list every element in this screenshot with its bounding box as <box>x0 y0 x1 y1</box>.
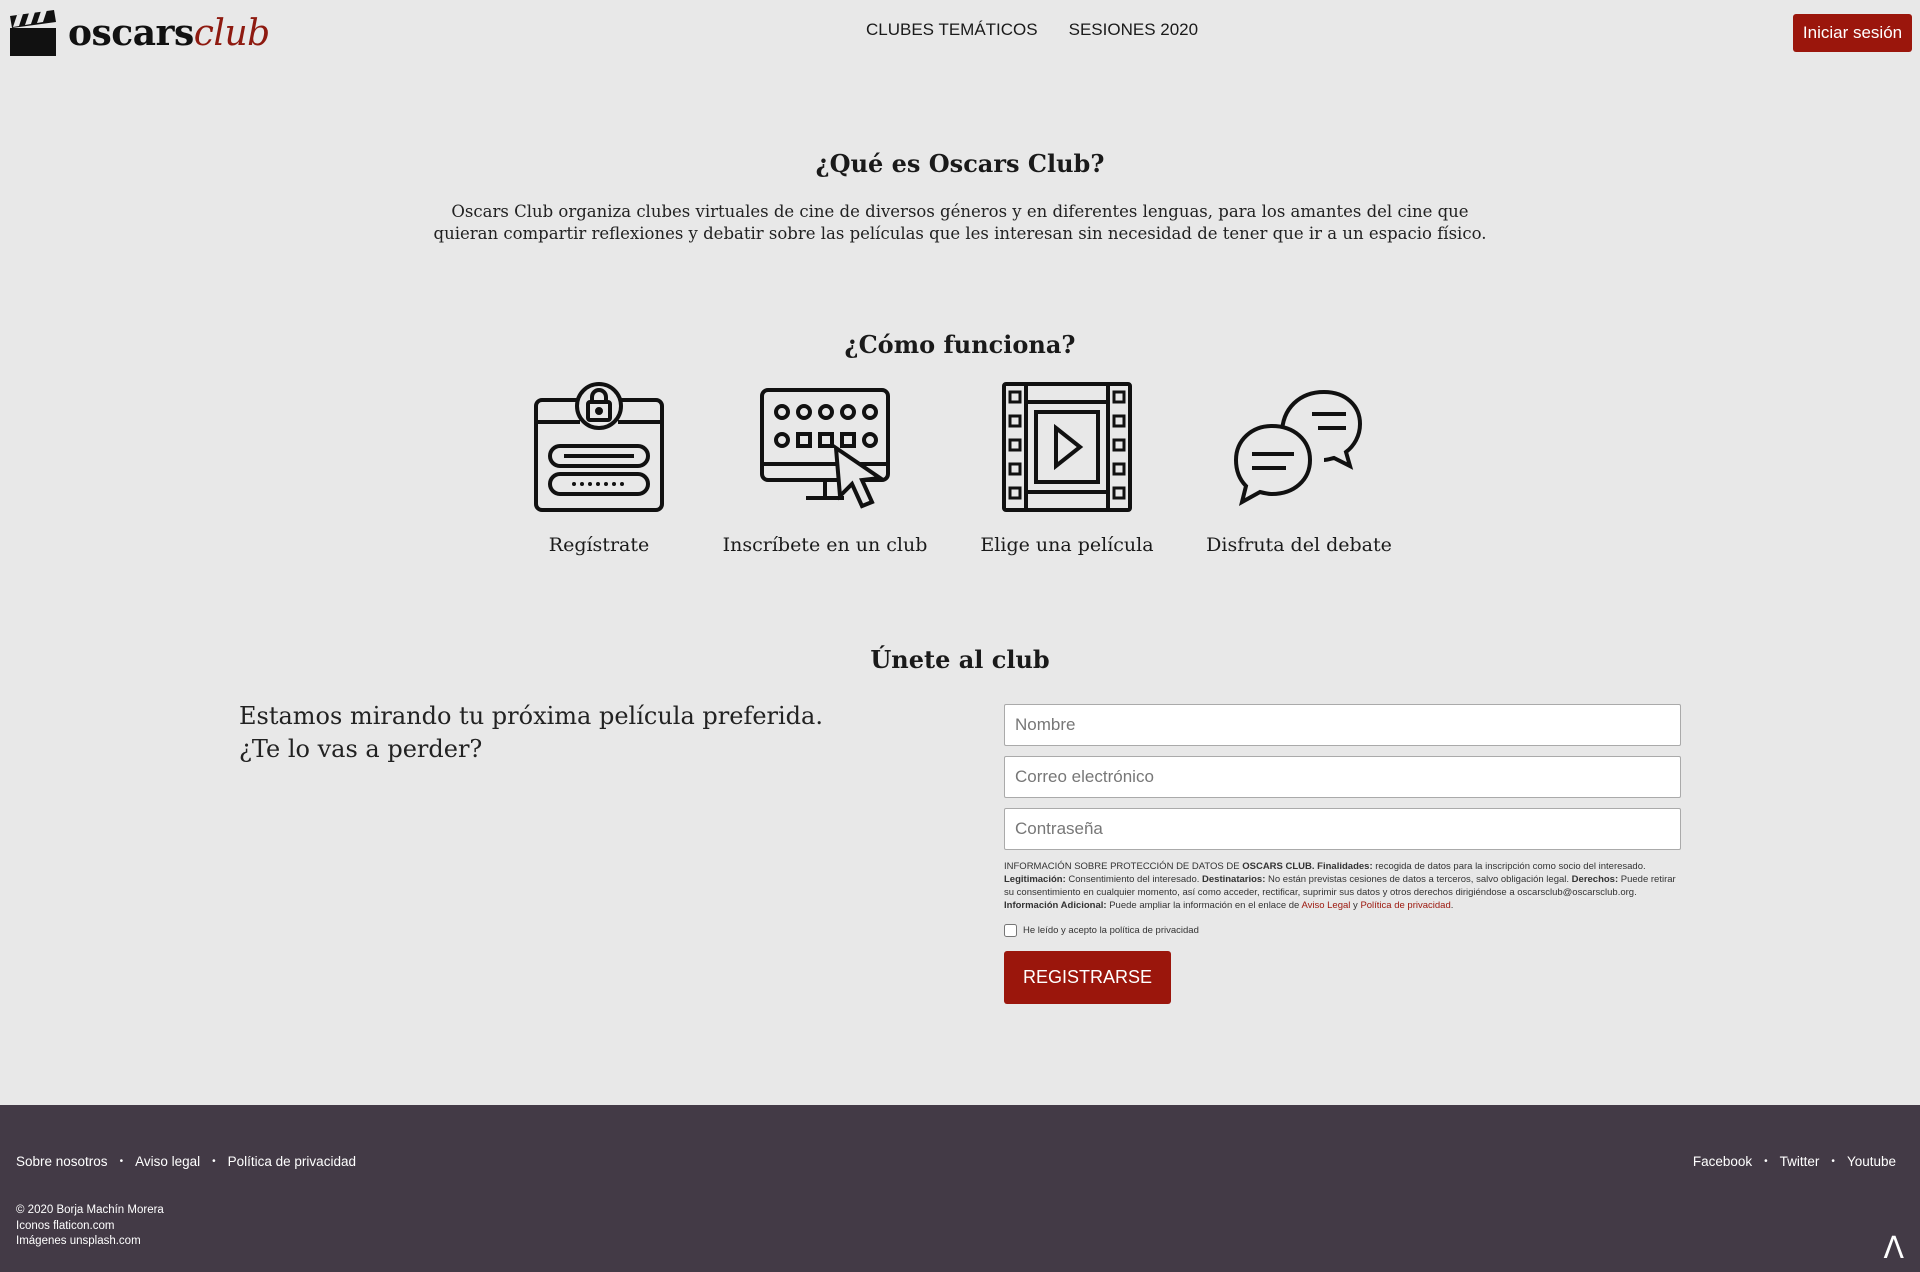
legal-text: INFORMACIÓN SOBRE PROTECCIÓN DE DATOS DE <box>1004 861 1243 872</box>
step-register: Regístrate <box>489 380 709 556</box>
step-label: Inscríbete en un club <box>722 534 928 556</box>
aviso-legal-link[interactable]: Aviso Legal <box>1301 900 1350 911</box>
legal-heading: Información Adicional: <box>1004 900 1107 911</box>
register-button[interactable]: REGISTRARSE <box>1004 951 1171 1004</box>
about-text: Oscars Club organiza clubes virtuales de… <box>433 202 1487 243</box>
legal-heading: Legitimación: <box>1004 874 1066 885</box>
legal-text: y <box>1350 900 1361 911</box>
privacy-checkbox-label: He leído y acepto la política de privaci… <box>1023 925 1199 936</box>
site-footer: Sobre nosotros • Aviso legal • Política … <box>0 1105 1920 1272</box>
legal-text: Consentimiento del interesado. <box>1065 874 1203 885</box>
legal-text: No están previstas cesiones de datos a t… <box>1265 874 1572 885</box>
site-header: oscarsclub CLUBES TEMÁTICOS SESIONES 202… <box>0 0 1920 66</box>
separator-dot: • <box>212 1156 216 1167</box>
chat-bubbles-icon <box>1233 389 1363 506</box>
footer-credits: © 2020 Borja Machín Morera Iconos flatic… <box>16 1203 164 1250</box>
separator-dot: • <box>1831 1156 1835 1167</box>
film-play-icon <box>1002 382 1132 512</box>
legal-heading: OSCARS CLUB. Finalidades: <box>1242 861 1373 872</box>
legal-text: Puede ampliar la información en el enlac… <box>1106 900 1302 911</box>
footer-link-youtube[interactable]: Youtube <box>1847 1154 1896 1169</box>
privacy-checkbox[interactable] <box>1004 924 1017 937</box>
step-label: Disfruta del debate <box>1206 534 1392 556</box>
step-debate: Disfruta del debate <box>1189 380 1409 556</box>
step-enroll: Inscríbete en un club <box>715 380 935 556</box>
main-nav: CLUBES TEMÁTICOS SESIONES 2020 <box>866 20 1198 40</box>
join-lead-line: Estamos mirando tu próxima película pref… <box>239 702 823 730</box>
about-title: ¿Qué es Oscars Club? <box>815 149 1105 178</box>
footer-link-privacy[interactable]: Política de privacidad <box>228 1154 356 1169</box>
footer-link-about[interactable]: Sobre nosotros <box>16 1154 108 1169</box>
join-title: Únete al club <box>870 645 1050 674</box>
nav-sesiones-2020[interactable]: SESIONES 2020 <box>1069 20 1198 40</box>
join-lead: Estamos mirando tu próxima película pref… <box>239 700 823 766</box>
footer-link-legal[interactable]: Aviso legal <box>135 1154 200 1169</box>
privacy-consent[interactable]: He leído y acepto la política de privaci… <box>1004 924 1681 937</box>
password-field[interactable] <box>1004 808 1681 850</box>
legal-heading: Derechos: <box>1571 874 1619 885</box>
join-lead-line: ¿Te lo vas a perder? <box>239 735 483 763</box>
credit-line: Iconos flaticon.com <box>16 1219 115 1232</box>
legal-text: . <box>1450 900 1454 911</box>
footer-links-left: Sobre nosotros • Aviso legal • Política … <box>16 1154 356 1169</box>
name-field[interactable] <box>1004 704 1681 746</box>
footer-links-social: Facebook • Twitter • Youtube <box>1693 1154 1896 1169</box>
monitor-cursor-icon <box>760 388 890 509</box>
login-button[interactable]: Iniciar sesión <box>1793 14 1912 52</box>
nav-clubes-tematicos[interactable]: CLUBES TEMÁTICOS <box>866 20 1038 40</box>
logo-text: oscarsclub <box>68 12 270 54</box>
step-label: Elige una película <box>980 534 1154 556</box>
signup-form: INFORMACIÓN SOBRE PROTECCIÓN DE DATOS DE… <box>1004 704 1681 1004</box>
logo-text-italic: club <box>193 13 270 54</box>
logo-text-bold: oscars <box>68 12 194 54</box>
separator-dot: • <box>119 1156 124 1167</box>
scroll-to-top-icon[interactable]: Λ <box>1883 1231 1904 1266</box>
legal-text: recogida de datos para la inscripción co… <box>1372 861 1646 872</box>
privacy-policy-link[interactable]: Política de privacidad <box>1360 900 1450 911</box>
footer-link-facebook[interactable]: Facebook <box>1693 1154 1752 1169</box>
logo[interactable]: oscarsclub <box>8 8 270 58</box>
step-label: Regístrate <box>548 534 650 556</box>
legal-heading: Destinatarios: <box>1202 874 1266 885</box>
credit-line: Imágenes unsplash.com <box>16 1235 141 1247</box>
how-title: ¿Cómo funciona? <box>844 330 1076 359</box>
separator-dot: • <box>1764 1156 1768 1167</box>
credit-line: © 2020 Borja Machín Morera <box>16 1204 164 1216</box>
privacy-notice: INFORMACIÓN SOBRE PROTECCIÓN DE DATOS DE… <box>1004 860 1681 912</box>
register-lock-icon <box>534 382 664 512</box>
email-field[interactable] <box>1004 756 1681 798</box>
step-choose: Elige una película <box>957 380 1177 556</box>
footer-link-twitter[interactable]: Twitter <box>1780 1154 1820 1169</box>
clapperboard-icon <box>10 10 56 56</box>
